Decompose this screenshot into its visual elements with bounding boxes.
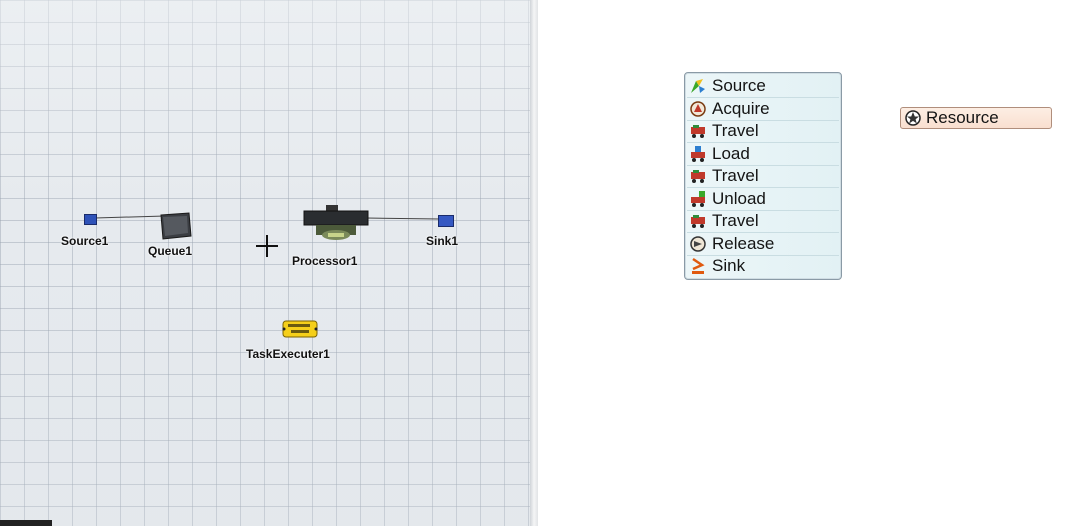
taskexecuter1-label: TaskExecuter1 bbox=[246, 347, 330, 361]
sink1-object[interactable] bbox=[438, 215, 454, 227]
model-view[interactable]: Source1 Queue1 Processor1 Sink1 TaskExec… bbox=[0, 0, 530, 526]
activity-travel-1[interactable]: Travel bbox=[687, 120, 839, 143]
travel-icon bbox=[691, 215, 705, 228]
travel-icon bbox=[691, 170, 705, 183]
activity-sink[interactable]: Sink bbox=[687, 255, 839, 277]
resource-label: Resource bbox=[926, 108, 999, 127]
crosshair-cursor-icon bbox=[254, 233, 280, 259]
activity-acquire[interactable]: Acquire bbox=[687, 98, 839, 121]
activity-travel-3[interactable]: Travel bbox=[687, 210, 839, 233]
activity-block[interactable]: Source Acquire Travel Load Travel Unload… bbox=[684, 72, 842, 280]
sink-icon bbox=[692, 257, 705, 274]
activity-release[interactable]: Release bbox=[687, 233, 839, 256]
bottom-tab-strip[interactable] bbox=[0, 520, 52, 526]
queue1-label: Queue1 bbox=[148, 244, 193, 258]
activity-load[interactable]: Load bbox=[687, 143, 839, 166]
travel-icon bbox=[691, 125, 705, 138]
resource-shared-asset[interactable]: Resource bbox=[900, 107, 1052, 129]
activity-travel-2[interactable]: Travel bbox=[687, 165, 839, 188]
processor1-label: Processor1 bbox=[292, 254, 358, 268]
source1-object[interactable] bbox=[84, 214, 97, 225]
load-icon bbox=[691, 146, 705, 162]
source1-label: Source1 bbox=[61, 234, 109, 248]
view-splitter[interactable] bbox=[530, 0, 538, 526]
source-icon bbox=[691, 79, 705, 93]
sink1-label: Sink1 bbox=[426, 234, 459, 248]
release-icon bbox=[690, 236, 706, 252]
taskexecuter1-object[interactable] bbox=[280, 318, 320, 340]
unload-icon bbox=[691, 191, 705, 207]
acquire-icon bbox=[690, 101, 706, 117]
activity-source[interactable]: Source bbox=[687, 75, 839, 98]
object-connectors bbox=[94, 215, 441, 220]
processor1-object[interactable] bbox=[302, 205, 370, 241]
activity-unload[interactable]: Unload bbox=[687, 188, 839, 211]
queue1-object[interactable] bbox=[158, 212, 192, 240]
resource-icon bbox=[905, 110, 921, 126]
